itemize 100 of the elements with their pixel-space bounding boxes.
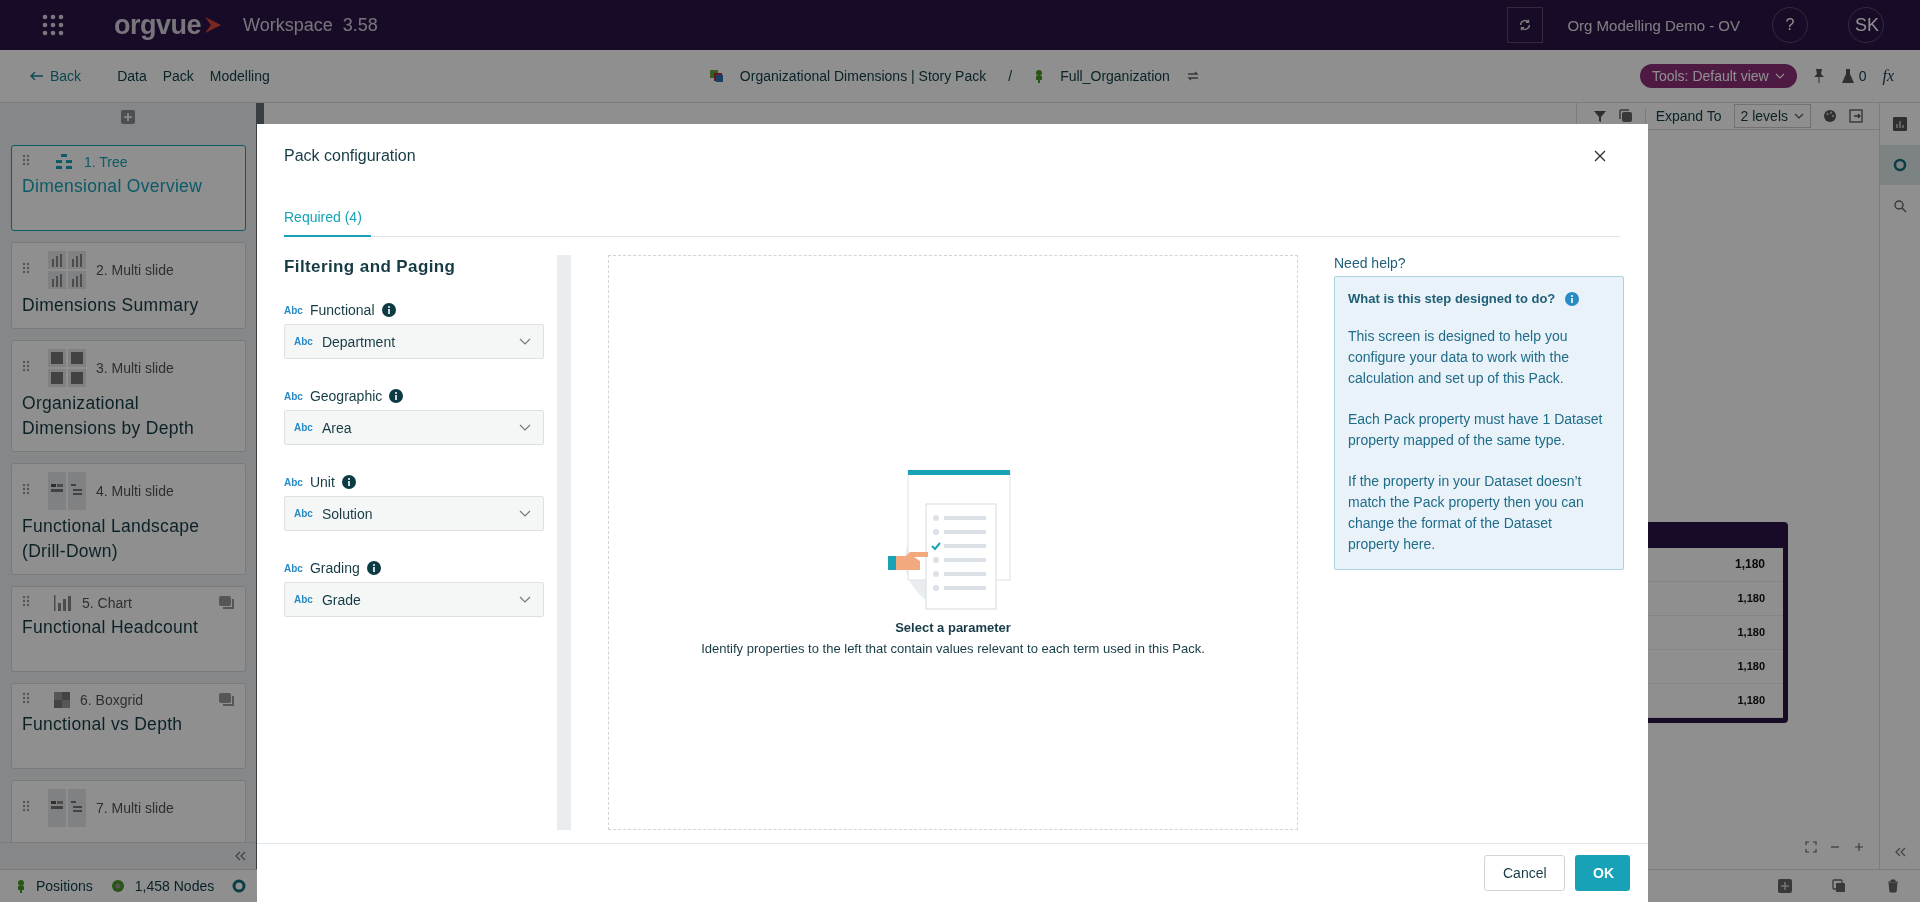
grids-thumbnail — [48, 349, 86, 387]
ok-button[interactable]: OK — [1575, 855, 1630, 891]
caret-icon — [519, 423, 531, 432]
back-link[interactable]: Back — [30, 68, 82, 84]
refresh-icon — [1518, 18, 1533, 32]
slide-type: 3. Multi slide — [96, 360, 174, 376]
slide-title: Functional Headcount — [22, 616, 200, 639]
add-slide-icon[interactable] — [121, 110, 135, 124]
drag-handle-icon[interactable] — [22, 483, 30, 495]
formula-button[interactable]: fx — [1882, 67, 1894, 85]
slide-card[interactable]: 2. Multi slide Dimensions Summary — [11, 242, 246, 329]
breadcrumb-separator: / — [1008, 68, 1013, 84]
slide-title: Organizational Dimensions by Depth — [22, 392, 196, 440]
empty-state-title: Select a parameter — [895, 619, 1011, 635]
slide-card[interactable]: 3. Multi slide Organizational Dimensions by Depth — [11, 340, 246, 452]
close-icon[interactable] — [1594, 150, 1606, 162]
section-heading: Filtering and Paging — [284, 257, 457, 277]
palette-icon[interactable] — [1823, 109, 1837, 123]
field-label: Geographic — [309, 388, 383, 404]
property-dropdown[interactable]: Abc Department — [284, 324, 544, 359]
property-dropdown[interactable]: Abc Area — [284, 410, 544, 445]
drag-handle-icon[interactable] — [22, 692, 30, 704]
help-title: What is this step designed to do? — [1348, 291, 1556, 306]
tab[interactable]: Required (4) — [284, 209, 371, 237]
flask-icon[interactable] — [1840, 68, 1855, 84]
caret-icon — [519, 509, 531, 518]
slide-type: 7. Multi slide — [96, 800, 174, 816]
text-type-label: Abc — [294, 508, 313, 519]
nodes-count[interactable]: 1,458 Nodes — [134, 878, 215, 894]
property-dropdown[interactable]: Abc Grade — [284, 582, 544, 617]
caret-icon — [1794, 113, 1804, 119]
tools-dropdown[interactable]: Tools: Default view — [1639, 64, 1797, 88]
slide-card[interactable]: 6. Boxgrid Functional vs Depth — [11, 683, 246, 769]
text-type-label: Abc — [284, 476, 303, 488]
info-icon[interactable] — [366, 561, 381, 575]
pin-icon[interactable] — [1812, 68, 1825, 84]
menu-item[interactable]: Modelling — [209, 68, 270, 84]
slide-title: Functional Landscape (Drill-Down) — [22, 515, 201, 563]
help-paragraph: Each Pack property must have 1 Dataset property mapped of the same type. — [1348, 410, 1604, 450]
fit-screen-icon[interactable] — [1805, 841, 1817, 853]
text-type-label: Abc — [284, 390, 303, 402]
app-grid-icon[interactable] — [42, 14, 64, 36]
swap-icon[interactable] — [1185, 69, 1200, 83]
drag-handle-icon[interactable] — [22, 800, 30, 812]
info-icon[interactable] — [341, 475, 356, 489]
text-type-label: Abc — [294, 422, 313, 433]
slide-card[interactable]: 7. Multi slide — [11, 780, 246, 842]
drag-handle-icon[interactable] — [22, 154, 30, 166]
boxgrid-icon — [54, 692, 70, 708]
info-icon[interactable] — [381, 303, 396, 317]
chart-panel-icon[interactable] — [1893, 117, 1907, 131]
slide-title: Dimensions Summary — [22, 294, 200, 317]
copy-icon[interactable] — [1618, 109, 1633, 123]
refresh-button[interactable] — [1507, 7, 1544, 43]
info-icon[interactable] — [389, 389, 404, 403]
collapse-sidebar-icon[interactable] — [234, 851, 246, 861]
target-icon[interactable] — [1893, 158, 1907, 172]
slide-type: 4. Multi slide — [96, 483, 174, 499]
duplicate-icon[interactable] — [1832, 879, 1846, 893]
pack-icon — [709, 69, 724, 83]
dataset-name[interactable]: Full_Organization — [1060, 68, 1170, 84]
help-paragraph: This screen is designed to help you configure your data to work with the calculation and set up of this Pack. — [1348, 327, 1570, 388]
layout-thumbnail — [48, 472, 86, 510]
dialog-title: Pack configuration — [284, 147, 416, 165]
ring-icon[interactable] — [232, 879, 247, 893]
collapse-panel-icon[interactable] — [1894, 847, 1906, 857]
text-type-label: Abc — [284, 562, 303, 574]
levels-dropdown[interactable]: 2 levels — [1733, 104, 1811, 128]
drag-handle-icon[interactable] — [22, 360, 30, 372]
person-icon — [16, 879, 26, 893]
zoom-in-icon[interactable] — [1853, 841, 1865, 853]
slide-type: 5. Chart — [82, 595, 132, 611]
caret-icon — [519, 595, 531, 604]
menu-item[interactable]: Pack — [162, 68, 194, 84]
caret-icon — [1774, 73, 1785, 79]
comments-icon[interactable] — [219, 693, 235, 707]
cancel-button[interactable]: Cancel — [1484, 855, 1565, 891]
trash-icon[interactable] — [1886, 879, 1900, 893]
add-icon[interactable] — [1778, 879, 1792, 893]
search-icon[interactable] — [1893, 199, 1907, 213]
menu-item[interactable]: Data — [117, 68, 147, 84]
slide-card[interactable]: 5. Chart Functional Headcount — [11, 586, 246, 672]
nodes-icon — [110, 879, 125, 893]
drag-handle-icon[interactable] — [22, 262, 30, 274]
positions-label[interactable]: Positions — [36, 878, 93, 894]
back-arrow-icon — [30, 71, 44, 81]
drag-handle-icon[interactable] — [22, 595, 30, 607]
slide-card[interactable]: 4. Multi slide Functional Landscape (Drill-Down) — [11, 463, 246, 575]
pack-name[interactable]: Organizational Dimensions | Story Pack — [739, 68, 987, 84]
help-paragraph: If the property in your Dataset doesn’t match the Pack property then you can change the format of the Dataset property here. — [1348, 472, 1585, 554]
slide-type: 1. Tree — [84, 154, 128, 170]
version-number: 3.58 — [342, 14, 378, 36]
field-label: Unit — [309, 474, 335, 490]
property-dropdown[interactable]: Abc Solution — [284, 496, 544, 531]
export-icon[interactable] — [1849, 109, 1863, 123]
comments-icon[interactable] — [219, 596, 235, 610]
field-label: Functional — [309, 302, 375, 318]
text-type-label: Abc — [294, 594, 313, 605]
workspace-user[interactable]: Org Modelling Demo - OV — [1567, 16, 1740, 34]
logo: orgvue — [114, 9, 202, 41]
